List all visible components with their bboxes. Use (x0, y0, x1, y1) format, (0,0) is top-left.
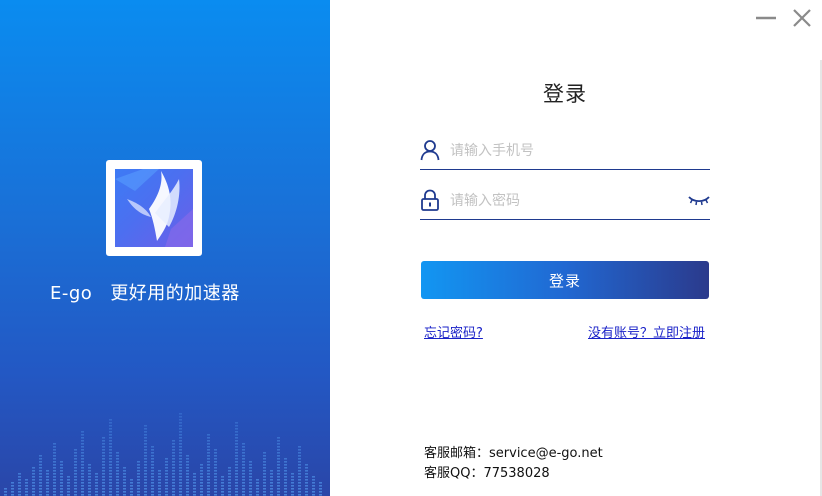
equalizer-decoration (4, 413, 322, 496)
support-qq-value: 77538028 (483, 466, 550, 481)
logo-icon (115, 169, 193, 247)
slogan-text: 更好用的加速器 (110, 283, 240, 304)
phone-input[interactable] (450, 138, 680, 164)
slogan: E-go 更好用的加速器 (50, 279, 240, 305)
minimize-button[interactable] (754, 6, 778, 30)
phone-field (420, 134, 710, 170)
support-qq-label: 客服QQ： (424, 466, 484, 481)
login-title: 登录 (543, 82, 587, 106)
brand-name: E-go (50, 283, 93, 304)
forgot-password-link[interactable]: 忘记密码? (424, 322, 483, 341)
user-icon (420, 140, 440, 161)
password-field (420, 184, 710, 220)
close-icon (793, 9, 811, 27)
support-email-label: 客服邮箱： (424, 446, 490, 461)
branding-panel: E-go 更好用的加速器 (0, 0, 330, 496)
login-panel: 登录 登录 忘记密码? 没有账号？立即注册 客服邮箱：service@e-go.… (330, 0, 822, 496)
app-logo (106, 160, 202, 256)
login-button[interactable]: 登录 (421, 261, 709, 299)
register-link[interactable]: 没有账号？立即注册 (588, 322, 705, 341)
support-email-value[interactable]: service@e-go.net (489, 446, 603, 461)
password-input[interactable] (450, 188, 680, 214)
minimize-icon (756, 16, 776, 20)
eye-closed-icon[interactable] (688, 194, 710, 208)
close-button[interactable] (790, 6, 814, 30)
support-qq: 客服QQ：77538028 (424, 462, 550, 481)
lock-icon (421, 189, 439, 211)
support-email: 客服邮箱：service@e-go.net (424, 442, 603, 461)
